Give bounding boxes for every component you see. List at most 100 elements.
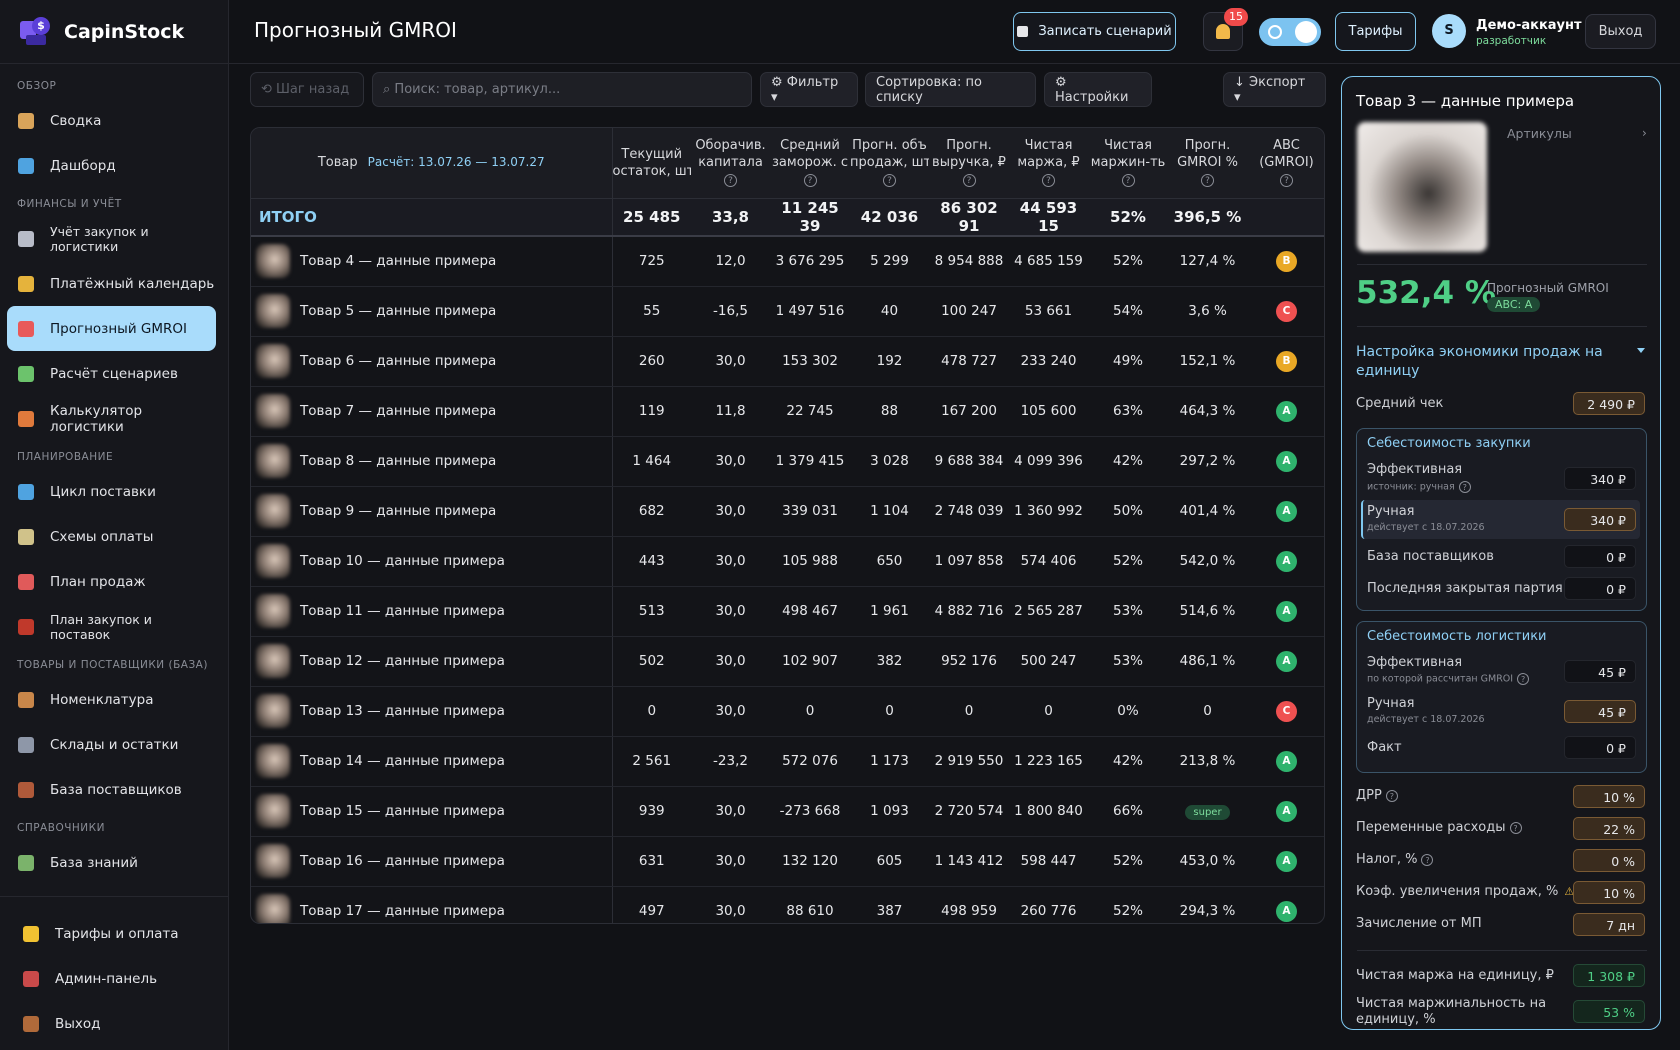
sidebar-item[interactable]: Прогнозный GMROI — [7, 306, 216, 351]
export-button[interactable]: ↓ Экспорт ▾ — [1223, 72, 1326, 107]
table-row[interactable]: Товар 9 — данные примера 682 30,0 339 031 1 … — [251, 486, 1324, 537]
product-cell[interactable]: Товар 12 — данные примера — [251, 636, 613, 687]
sidebar-bottom-item[interactable]: Выход — [7, 1001, 217, 1046]
help-icon[interactable]: ? — [1421, 853, 1434, 866]
column-header[interactable]: ABC (GMROI)? — [1247, 128, 1324, 199]
column-header[interactable]: Прогн. объ продаж, шт? — [850, 128, 929, 199]
sidebar-item[interactable]: Платёжный календарь — [7, 261, 216, 306]
column-header[interactable]: Средний заморож. с? — [770, 128, 850, 199]
product-cell[interactable]: Товар 6 — данные примера — [251, 336, 613, 387]
help-icon[interactable]: ? — [803, 174, 817, 188]
column-header[interactable]: Текущий остаток, шт — [612, 128, 691, 199]
column-header[interactable]: Чистая маржа, ₽? — [1009, 128, 1088, 199]
filter-button[interactable]: ⚙ Фильтр ▾ — [760, 72, 858, 107]
sort-label: Сортировка: по списку — [876, 74, 982, 105]
table-row[interactable]: Товар 13 — данные примера 0 30,0 0 0 0 0 0% 0 C — [251, 686, 1324, 737]
logout-button[interactable]: Выход — [1585, 14, 1656, 49]
cell-turnover: 30,0 — [691, 586, 770, 637]
drr-input[interactable]: 10 % — [1573, 785, 1645, 808]
sort-button[interactable]: Сортировка: по списку — [865, 72, 1036, 107]
product-cell[interactable]: Товар 10 — данные примера — [251, 536, 613, 587]
record-scenario-button[interactable]: Записать сценарий — [1013, 12, 1176, 51]
help-icon[interactable]: ? — [962, 174, 976, 188]
tax-input[interactable]: 0 % — [1573, 849, 1645, 872]
product-thumbnail — [256, 894, 290, 923]
logistics-manual-input[interactable]: 45 ₽ — [1564, 700, 1636, 723]
search-input[interactable]: ⌕ Поиск: товар, артикул... — [372, 72, 752, 107]
tariffs-button[interactable]: Тарифы — [1335, 12, 1416, 51]
chevron-down-icon[interactable] — [1637, 348, 1645, 353]
theme-toggle[interactable] — [1259, 18, 1321, 46]
help-icon[interactable]: ? — [1121, 174, 1135, 188]
logo[interactable]: $ CapinStock — [0, 0, 228, 64]
help-icon[interactable]: ? — [1458, 481, 1471, 493]
table-row[interactable]: Товар 7 — данные примера 119 11,8 22 745 88 1… — [251, 386, 1324, 437]
table-row[interactable]: Товар 16 — данные примера 631 30,0 132 120 6… — [251, 836, 1324, 887]
product-cell[interactable]: Товар 11 — данные примера — [251, 586, 613, 637]
sidebar-item[interactable]: Схемы оплаты — [7, 514, 216, 559]
table-row[interactable]: Товар 4 — данные примера 725 12,0 3 676 295… — [251, 236, 1324, 287]
sidebar-item[interactable]: База знаний — [7, 840, 216, 885]
table-row[interactable]: Товар 14 — данные примера 2 561 -23,2 572 0… — [251, 736, 1324, 787]
help-icon[interactable]: ? — [1201, 174, 1214, 188]
cell-turnover: -16,5 — [691, 286, 770, 337]
help-icon[interactable]: ? — [1509, 821, 1522, 834]
undo-button[interactable]: ⟲ Шаг назад — [250, 72, 364, 107]
settings-button[interactable]: ⚙ Настройки — [1044, 72, 1152, 107]
product-cell[interactable]: Товар 16 — данные примера — [251, 836, 613, 887]
product-cell[interactable]: Товар 7 — данные примера — [251, 386, 613, 437]
help-icon[interactable]: ? — [724, 174, 737, 188]
table-row[interactable]: Товар 10 — данные примера 443 30,0 105 988 6… — [251, 536, 1324, 587]
product-cell[interactable]: Товар 5 — данные примера — [251, 286, 613, 337]
sidebar-item[interactable]: Склады и остатки — [7, 722, 216, 767]
sidebar-bottom-item[interactable]: Тарифы и оплата — [7, 911, 217, 956]
product-cell[interactable]: Товар 8 — данные примера — [251, 436, 613, 487]
avatar[interactable]: S — [1432, 14, 1466, 48]
sidebar-item[interactable]: Расчёт сценариев — [7, 351, 216, 396]
sidebar-item[interactable]: Дашборд — [7, 143, 216, 188]
help-icon[interactable]: ? — [1385, 789, 1398, 802]
sidebar-item[interactable]: Сводка — [7, 98, 216, 143]
column-header[interactable]: Оборачив. капитала? — [691, 128, 770, 199]
table-row[interactable]: Товар 17 — данные примера 497 30,0 88 610 38… — [251, 886, 1324, 923]
product-cell[interactable]: Товар 14 — данные примера — [251, 736, 613, 787]
product-column-header[interactable]: Товар Расчёт: 13.07.26 — 13.07.27 — [251, 128, 613, 199]
purchase-manual-input[interactable]: 340 ₽ — [1564, 508, 1636, 531]
product-cell[interactable]: Товар 15 — данные примера — [251, 786, 613, 837]
payout-input[interactable]: 7 дн — [1573, 913, 1645, 936]
sidebar-bottom-item[interactable]: Админ-панель — [7, 956, 217, 1001]
table-row[interactable]: Товар 5 — данные примера 55 -16,5 1 497 516… — [251, 286, 1324, 337]
abc-badge: B — [1276, 250, 1297, 272]
product-cell[interactable]: Товар 17 — данные примера — [251, 886, 613, 923]
column-header[interactable]: Прогн. выручка, ₽? — [929, 128, 1009, 199]
product-cell[interactable]: Товар 9 — данные примера — [251, 486, 613, 537]
sidebar-item[interactable]: План закупок и поставок — [7, 604, 216, 649]
table-row[interactable]: Товар 15 — данные примера 939 30,0 -273 668… — [251, 786, 1324, 837]
sidebar-item[interactable]: Номенклатура — [7, 677, 216, 722]
table-row[interactable]: Товар 8 — данные примера 1 464 30,0 1 379 4… — [251, 436, 1324, 487]
sidebar-item[interactable]: База поставщиков — [7, 767, 216, 812]
help-icon[interactable]: ? — [883, 174, 896, 188]
sidebar-item[interactable]: Калькулятор логистики — [7, 396, 216, 441]
table-row[interactable]: Товар 11 — данные примера 513 30,0 498 467 1… — [251, 586, 1324, 637]
sidebar-item[interactable]: Учёт закупок и логистики — [7, 216, 216, 261]
chevron-right-icon[interactable]: › — [1642, 126, 1647, 140]
help-icon[interactable]: ? — [1517, 673, 1530, 685]
table-row[interactable]: Товар 6 — данные примера 260 30,0 153 302 19… — [251, 336, 1324, 387]
sidebar: $ CapinStock ОБЗОР Сводка Дашборд ФИНАНСЫ И… — [0, 0, 229, 1050]
help-icon[interactable]: ? — [1280, 174, 1293, 188]
economics-section-toggle[interactable]: Настройка экономики продаж на единицу — [1356, 343, 1616, 381]
cell-frozen: 0 — [770, 686, 850, 737]
help-icon[interactable]: ? — [1042, 174, 1055, 188]
articles-label[interactable]: Артикулы — [1507, 126, 1572, 141]
column-header[interactable]: Чистая маржин-ть? — [1088, 128, 1168, 199]
table-row[interactable]: Товар 12 — данные примера 502 30,0 102 907 3… — [251, 636, 1324, 687]
product-cell[interactable]: Товар 4 — данные примера — [251, 236, 613, 287]
avg-check-input[interactable]: 2 490 ₽ — [1573, 392, 1645, 415]
sidebar-item[interactable]: План продаж — [7, 559, 216, 604]
column-header[interactable]: Прогн. GMROI %? — [1168, 128, 1247, 199]
product-cell[interactable]: Товар 13 — данные примера — [251, 686, 613, 737]
growth-input[interactable]: 10 % — [1573, 881, 1645, 904]
variable-costs-input[interactable]: 22 % — [1573, 817, 1645, 840]
sidebar-item[interactable]: Цикл поставки — [7, 469, 216, 514]
